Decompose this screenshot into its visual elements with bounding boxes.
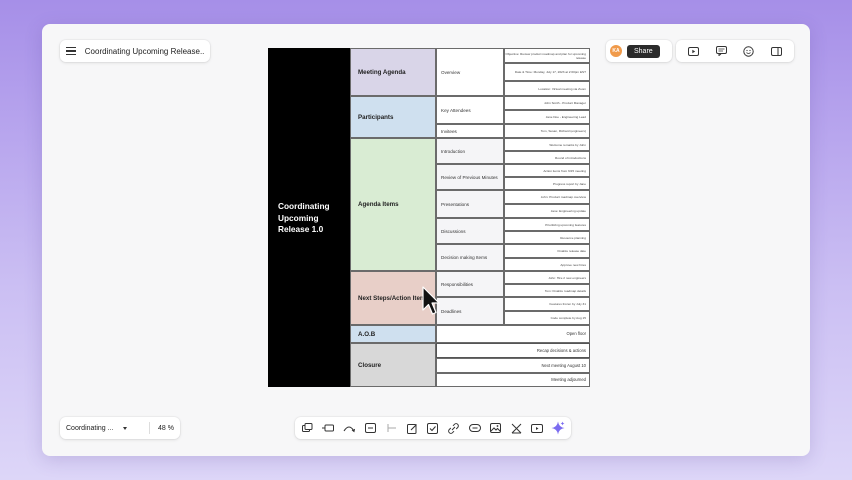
chevron-down-icon: [123, 426, 128, 430]
category-aob: A.O.B: [350, 325, 436, 343]
emoji-icon[interactable]: [742, 44, 756, 58]
insert-toolbar: [295, 417, 571, 439]
detail-row: John Smith - Product Manager: [504, 96, 590, 110]
detail-row-selected[interactable]: Recap decisions & actions: [436, 343, 590, 358]
checklist-icon[interactable]: [425, 421, 440, 436]
sub-decision-items: Decision making Items: [436, 244, 504, 271]
detail-row: Code complete by Aug 15: [504, 311, 590, 325]
page-zoom-bar: Coordinating ... 48 %: [60, 417, 180, 439]
mouse-cursor-icon: [422, 286, 440, 315]
detail-row: Welcome remarks by John: [504, 138, 590, 151]
share-area: KA Share: [606, 40, 672, 62]
sub-responsibilities: Responsibilities: [436, 271, 504, 297]
media-icon[interactable]: [530, 421, 545, 436]
detail-row: Features frozen by July 31: [504, 297, 590, 311]
frame-icon[interactable]: [300, 421, 315, 436]
sub-review-minutes: Review of Previous Minutes: [436, 164, 504, 190]
detail-row: Objective: Review product roadmap and pl…: [504, 48, 590, 63]
sub-invitees: Invitees: [436, 124, 504, 138]
detail-row: Jane: Engineering update: [504, 204, 590, 218]
detail-row: Jane Doe - Engineering Lead: [504, 110, 590, 124]
page-selector[interactable]: Coordinating ...: [66, 425, 145, 432]
top-right-toolbar: [676, 40, 794, 62]
detail-row: Next meeting August 10: [436, 358, 590, 373]
detail-row: John: Hire 2 new engineers: [504, 271, 590, 284]
detail-row: Progress report by Jane: [504, 177, 590, 190]
detail-row: Finalize release date: [504, 244, 590, 258]
detail-row: Action items from 6/15 meeting: [504, 164, 590, 177]
slide-title: Coordinating Upcoming Release 1.0: [278, 201, 330, 234]
detail-row: Meeting adjourned: [436, 373, 590, 387]
image-icon[interactable]: [488, 421, 503, 436]
category-meeting-agenda: Meeting Agenda: [350, 48, 436, 96]
avatar[interactable]: KA: [610, 45, 622, 57]
note-icon[interactable]: [405, 421, 420, 436]
document-title[interactable]: Coordinating Upcoming Release...: [85, 47, 204, 56]
detail-row: Open floor: [436, 325, 590, 343]
share-button[interactable]: Share: [627, 44, 660, 58]
ai-sparkle-icon[interactable]: [551, 421, 566, 436]
panel-icon[interactable]: [769, 44, 783, 58]
document-header: Coordinating Upcoming Release...: [60, 40, 210, 62]
menu-icon[interactable]: [66, 47, 76, 55]
detail-row: Prioritizing upcoming features: [504, 218, 590, 231]
embed-icon[interactable]: [467, 421, 482, 436]
sub-overview: Overview: [436, 48, 504, 96]
detail-row: Date & Time: Monday, July 17, 2023 at 2:…: [504, 63, 590, 81]
divider: [149, 422, 151, 434]
sub-introduction: Introduction: [436, 138, 504, 164]
link-icon[interactable]: [446, 421, 461, 436]
comment-icon[interactable]: [714, 44, 728, 58]
shape-icon[interactable]: [321, 421, 336, 436]
slide-canvas[interactable]: Coordinating Upcoming Release 1.0 Meetin…: [268, 48, 590, 387]
table-icon[interactable]: [509, 421, 524, 436]
sub-presentations: Presentations: [436, 190, 504, 218]
category-participants: Participants: [350, 96, 436, 138]
detail-row: Round of introductions: [504, 151, 590, 164]
sub-key-attendees: Key Attendees: [436, 96, 504, 124]
category-agenda-items: Agenda Items: [350, 138, 436, 271]
sub-deadlines: Deadlines: [436, 297, 504, 325]
line-icon[interactable]: [384, 421, 399, 436]
sub-discussions: Discussions: [436, 218, 504, 244]
text-box-icon[interactable]: [363, 421, 378, 436]
detail-row: Resource planning: [504, 231, 590, 244]
detail-row: John: Product roadmap overview: [504, 190, 590, 204]
connector-icon[interactable]: [342, 421, 357, 436]
zoom-level[interactable]: 48 %: [158, 425, 174, 432]
category-closure: Closure: [350, 343, 436, 387]
detail-row: Tom: Finalize roadmap details: [504, 284, 590, 297]
detail-row: Location: Virtual meeting via Zoom: [504, 81, 590, 96]
present-icon[interactable]: [687, 44, 701, 58]
detail-row: Approve new hires: [504, 258, 590, 271]
detail-row: Tom, Susan, Richard (engineers): [504, 124, 590, 138]
app-window: Coordinating Upcoming Release... KA Shar…: [42, 24, 810, 456]
page-label: Coordinating ...: [66, 424, 114, 432]
